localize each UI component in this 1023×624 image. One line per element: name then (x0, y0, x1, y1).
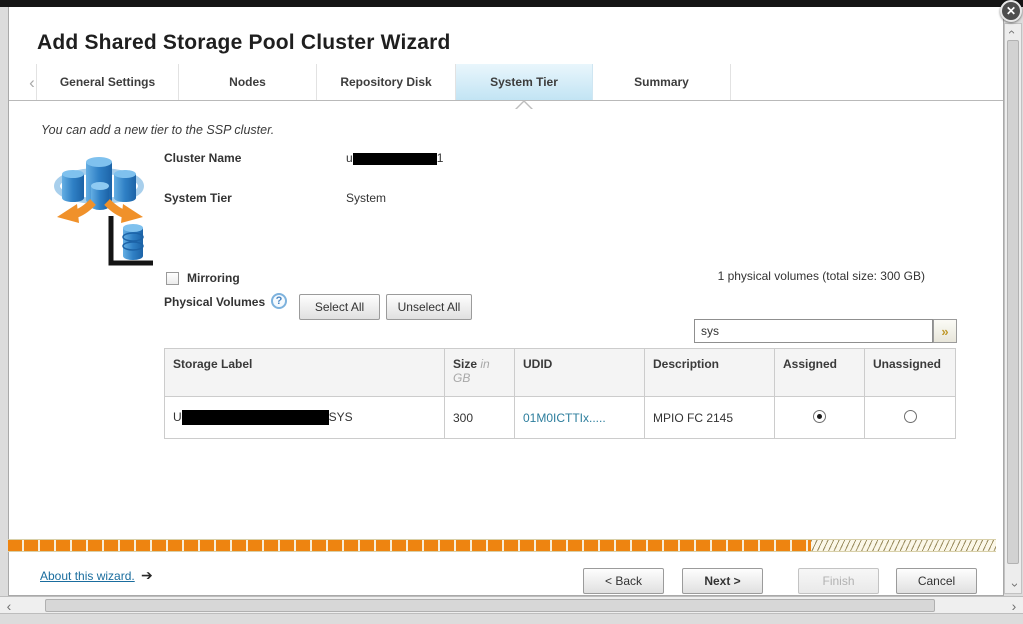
col-header-unassigned: Unassigned (865, 349, 956, 397)
col-header-storage-label: Storage Label (165, 349, 445, 397)
filter-button[interactable]: » (933, 319, 957, 343)
table-row: U SYS 300 01M0ICTTIx..... MPIO FC 2145 (165, 397, 956, 439)
volumes-summary-text: 1 physical volumes (total size: 300 GB) (718, 269, 925, 283)
udid-link[interactable]: 01M0ICTTIx..... (523, 411, 606, 425)
tab-summary[interactable]: Summary (593, 64, 731, 100)
progress-filled-segment (8, 540, 811, 551)
tab-repository-disk[interactable]: Repository Disk (317, 64, 456, 100)
scroll-right-icon[interactable]: › (1007, 597, 1021, 614)
about-wizard-link[interactable]: About this wizard. (40, 569, 135, 583)
tab-label: System Tier (490, 75, 558, 89)
scroll-up-icon[interactable]: ‹ (1005, 24, 1021, 40)
mirroring-label: Mirroring (187, 271, 240, 285)
select-all-button[interactable]: Select All (299, 294, 380, 320)
close-icon[interactable]: ✕ (1000, 0, 1022, 22)
header-text: Unassigned (873, 357, 941, 371)
tab-list: General Settings Nodes Repository Disk S… (36, 64, 731, 100)
mirroring-checkbox[interactable] (166, 272, 179, 285)
redaction-bar (353, 153, 437, 165)
table-header-row: Storage Label Size in GB UDID Descriptio… (165, 349, 956, 397)
tab-label: General Settings (60, 75, 155, 89)
next-button[interactable]: Next > (682, 568, 763, 594)
header-text: UDID (523, 357, 552, 371)
tab-general-settings[interactable]: General Settings (36, 64, 179, 100)
storage-label-suffix: SYS (329, 410, 353, 424)
wizard-title: Add Shared Storage Pool Cluster Wizard (37, 31, 450, 55)
wizard-dialog: Add Shared Storage Pool Cluster Wizard ‹… (8, 7, 1004, 596)
tab-nodes[interactable]: Nodes (179, 64, 317, 100)
filter-icon: » (941, 324, 948, 339)
window-top-border (0, 0, 1023, 7)
vertical-scrollbar-thumb[interactable] (1007, 40, 1019, 564)
filter-input[interactable] (694, 319, 933, 343)
vertical-scrollbar[interactable]: ‹ ‹ (1004, 23, 1022, 594)
tab-system-tier[interactable]: System Tier (456, 64, 593, 100)
cell-unassigned (865, 397, 956, 439)
tab-label: Nodes (229, 75, 266, 89)
cell-assigned (775, 397, 865, 439)
cell-size: 300 (445, 397, 515, 439)
cluster-name-suffix: 1 (437, 151, 444, 165)
cell-storage-label: U SYS (165, 397, 445, 439)
cell-udid: 01M0ICTTIx..... (515, 397, 645, 439)
wizard-hint-text: You can add a new tier to the SSP cluste… (41, 123, 274, 137)
system-tier-value: System (346, 191, 386, 205)
system-tier-label: System Tier (164, 191, 232, 205)
col-header-size: Size in GB (445, 349, 515, 397)
about-arrow-icon[interactable]: ➔ (141, 567, 153, 584)
col-header-udid: UDID (515, 349, 645, 397)
redaction-bar (182, 410, 329, 425)
storage-label-prefix: U (173, 410, 182, 424)
col-header-description: Description (645, 349, 775, 397)
progress-remaining-segment (811, 540, 996, 551)
back-button[interactable]: < Back (583, 568, 664, 594)
cluster-name-prefix: u (346, 151, 353, 165)
page: Add Shared Storage Pool Cluster Wizard ‹… (0, 0, 1023, 624)
header-text: Size (453, 357, 477, 371)
cell-description: MPIO FC 2145 (645, 397, 775, 439)
scroll-down-icon[interactable]: ‹ (1005, 577, 1021, 593)
col-header-assigned: Assigned (775, 349, 865, 397)
unassigned-radio[interactable] (904, 410, 917, 423)
physical-volumes-label: Physical Volumes (164, 295, 265, 309)
tab-label: Repository Disk (340, 75, 431, 89)
finish-button: Finish (798, 568, 879, 594)
cluster-name-value: u1 (346, 151, 443, 165)
scroll-left-icon[interactable]: ‹ (2, 597, 16, 614)
cancel-button[interactable]: Cancel (896, 568, 977, 594)
cluster-name-label: Cluster Name (164, 151, 241, 165)
header-text: Description (653, 357, 719, 371)
assigned-radio[interactable] (813, 410, 826, 423)
wizard-progress-bar (8, 539, 996, 552)
physical-volumes-table: Storage Label Size in GB UDID Descriptio… (164, 348, 956, 439)
unselect-all-button[interactable]: Unselect All (386, 294, 472, 320)
storage-cluster-icon (49, 150, 167, 268)
header-text: Assigned (783, 357, 837, 371)
header-text: Storage Label (173, 357, 252, 371)
horizontal-scrollbar-thumb[interactable] (45, 599, 935, 612)
horizontal-scrollbar[interactable]: ‹ › (0, 596, 1023, 614)
wizard-tab-bar: ‹ General Settings Nodes Repository Disk… (9, 64, 1003, 101)
help-icon[interactable]: ? (271, 293, 287, 309)
tab-label: Summary (634, 75, 689, 89)
